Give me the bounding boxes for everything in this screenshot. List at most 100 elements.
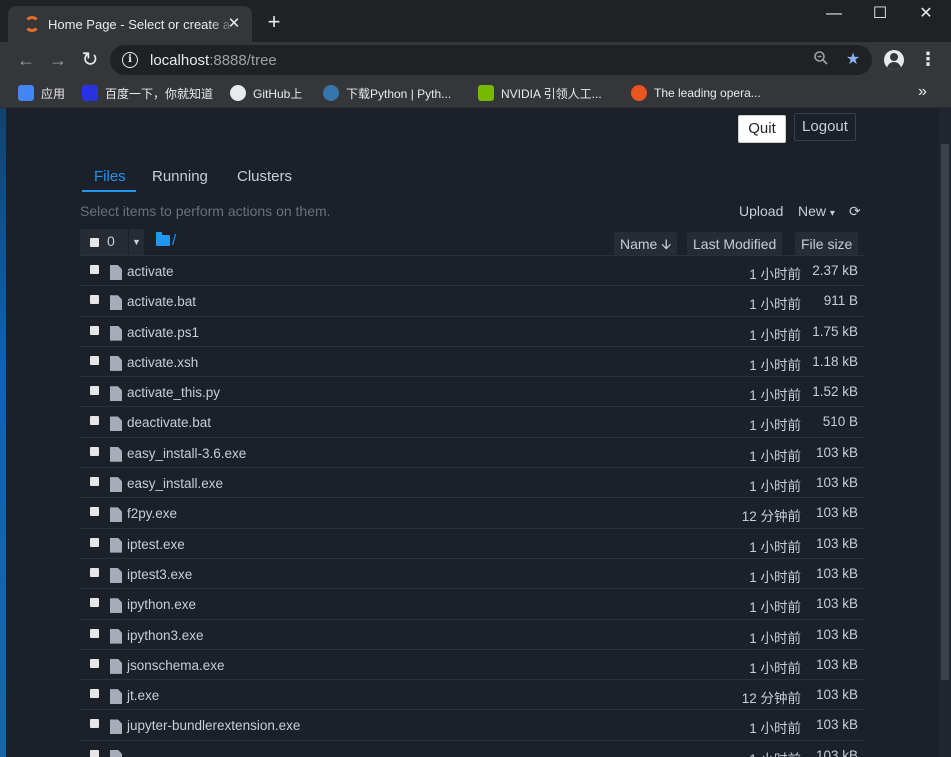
row-checkbox[interactable] — [90, 507, 99, 517]
folder-icon[interactable] — [156, 232, 170, 246]
file-name-link[interactable]: jsonschema.exe — [127, 658, 225, 673]
browser-tab[interactable]: Home Page - Select or create a notebook … — [8, 6, 252, 42]
bookmark-item[interactable]: NVIDIA 引领人工... — [478, 83, 602, 103]
row-checkbox[interactable] — [90, 355, 99, 365]
browser-menu-icon[interactable]: ⋮ — [918, 46, 938, 74]
row-checkbox[interactable] — [90, 477, 99, 487]
forward-arrow-icon[interactable]: → — [44, 46, 72, 74]
python-icon — [323, 85, 339, 101]
file-row[interactable]: activate 1 小时前 2.37 kB — [80, 256, 864, 287]
file-name-link[interactable]: activate.ps1 — [127, 325, 199, 340]
file-row[interactable]: activate_this.py 1 小时前 1.52 kB — [80, 377, 864, 408]
scrollbar-thumb[interactable] — [941, 144, 949, 680]
file-row[interactable]: iptest3.exe 1 小时前 103 kB — [80, 559, 864, 590]
file-row[interactable]: 1 小时前 103 kB — [80, 741, 864, 757]
upload-button[interactable]: Upload — [739, 203, 783, 219]
select-all-group[interactable]: 0 ▼ — [80, 229, 144, 255]
breadcrumb[interactable]: / — [156, 232, 176, 249]
bookmarks-overflow-icon[interactable]: » — [918, 83, 927, 101]
file-name-link[interactable]: activate.bat — [127, 294, 196, 309]
select-menu-caret-icon[interactable]: ▼ — [128, 229, 144, 255]
close-window-button[interactable]: ✕ — [903, 0, 949, 30]
back-arrow-icon[interactable]: ← — [12, 46, 40, 74]
row-checkbox[interactable] — [90, 567, 99, 577]
maximize-button[interactable]: ☐ — [857, 0, 903, 30]
bookmark-item[interactable]: 下载Python | Pyth... — [323, 83, 451, 103]
file-row[interactable]: deactivate.bat 1 小时前 510 B — [80, 407, 864, 438]
file-name-link[interactable]: jupyter-bundlerextension.exe — [127, 718, 300, 733]
file-name-link[interactable]: iptest3.exe — [127, 567, 192, 582]
file-size: 103 kB — [815, 626, 858, 642]
quit-button[interactable]: Quit — [738, 115, 786, 143]
file-row[interactable]: jsonschema.exe 1 小时前 103 kB — [80, 650, 864, 681]
name-column-label: Name — [620, 236, 658, 252]
row-checkbox[interactable] — [90, 628, 99, 638]
file-size: 1.18 kB — [812, 353, 858, 369]
tab-running[interactable]: Running — [152, 168, 208, 185]
row-checkbox[interactable] — [90, 537, 99, 547]
minimize-button[interactable]: — — [811, 0, 857, 30]
row-checkbox[interactable] — [90, 446, 99, 456]
bookmark-item[interactable]: The leading opera... — [631, 83, 761, 103]
select-all-checkbox[interactable] — [90, 238, 99, 247]
new-tab-button[interactable]: + — [262, 11, 286, 35]
sort-by-file-size-button[interactable]: File size — [795, 232, 859, 256]
tab-files[interactable]: Files — [94, 168, 126, 185]
row-checkbox[interactable] — [90, 658, 99, 668]
row-checkbox[interactable] — [90, 265, 99, 274]
profile-avatar-icon[interactable] — [884, 50, 904, 70]
zoom-icon[interactable] — [811, 50, 831, 70]
url-text[interactable]: localhost:8888/tree — [150, 52, 277, 69]
breadcrumb-root[interactable]: / — [172, 232, 176, 249]
page-scrollbar[interactable] — [939, 108, 951, 757]
file-row[interactable]: activate.bat 1 小时前 911 B — [80, 286, 864, 317]
file-row[interactable]: ipython.exe 1 小时前 103 kB — [80, 589, 864, 620]
file-name-link[interactable]: f2py.exe — [127, 506, 177, 521]
bookmark-item[interactable]: GitHub上 — [230, 83, 302, 103]
file-name-link[interactable]: iptest.exe — [127, 537, 185, 552]
file-icon — [110, 507, 122, 523]
sort-by-last-modified-button[interactable]: Last Modified — [687, 232, 783, 256]
row-checkbox[interactable] — [90, 416, 99, 426]
site-info-icon[interactable]: i — [122, 52, 138, 68]
row-checkbox[interactable] — [90, 295, 99, 305]
tab-close-icon[interactable]: ✕ — [224, 14, 244, 34]
file-name-link[interactable]: deactivate.bat — [127, 415, 211, 430]
bookmark-item[interactable]: 百度一下，你就知道 — [82, 83, 213, 103]
new-dropdown-button[interactable]: New ▾ — [798, 203, 835, 219]
file-row[interactable]: activate.xsh 1 小时前 1.18 kB — [80, 347, 864, 378]
github-icon — [230, 85, 246, 101]
file-name-link[interactable]: easy_install.exe — [127, 476, 223, 491]
file-name-link[interactable]: activate — [127, 264, 174, 279]
row-checkbox[interactable] — [90, 598, 99, 608]
file-row[interactable]: ipython3.exe 1 小时前 103 kB — [80, 620, 864, 650]
row-checkbox[interactable] — [90, 719, 99, 729]
reload-icon[interactable]: ↻ — [76, 46, 104, 74]
row-checkbox[interactable] — [90, 689, 99, 699]
file-name-link[interactable]: easy_install-3.6.exe — [127, 446, 246, 461]
file-row[interactable]: easy_install.exe 1 小时前 103 kB — [80, 468, 864, 499]
file-name-link[interactable]: jt.exe — [127, 688, 159, 703]
file-name-link[interactable]: activate.xsh — [127, 355, 198, 370]
file-row[interactable]: f2py.exe 12 分钟前 103 kB — [80, 498, 864, 529]
logout-button[interactable]: Logout — [794, 113, 856, 141]
file-name-link[interactable]: activate_this.py — [127, 385, 220, 400]
selected-count: 0 — [107, 233, 115, 249]
file-row[interactable]: activate.ps1 1 小时前 1.75 kB — [80, 317, 864, 347]
tab-clusters[interactable]: Clusters — [237, 168, 292, 185]
file-modified: 1 小时前 — [749, 327, 801, 343]
row-checkbox[interactable] — [90, 325, 99, 335]
address-bar[interactable]: i localhost:8888/tree ★ — [110, 45, 872, 75]
bookmark-star-icon[interactable]: ★ — [843, 50, 863, 70]
file-row[interactable]: jt.exe 12 分钟前 103 kB — [80, 680, 864, 711]
row-checkbox[interactable] — [90, 749, 99, 757]
file-row[interactable]: easy_install-3.6.exe 1 小时前 103 kB — [80, 438, 864, 469]
row-checkbox[interactable] — [90, 386, 99, 396]
refresh-icon[interactable]: ⟳ — [849, 203, 861, 220]
file-name-link[interactable]: ipython3.exe — [127, 628, 204, 643]
bookmark-item[interactable]: 应用 — [18, 83, 65, 103]
file-row[interactable]: jupyter-bundlerextension.exe 1 小时前 103 kB — [80, 710, 864, 741]
sort-by-name-button[interactable]: Name 🡫 — [614, 232, 678, 256]
file-row[interactable]: iptest.exe 1 小时前 103 kB — [80, 529, 864, 559]
file-name-link[interactable]: ipython.exe — [127, 597, 196, 612]
